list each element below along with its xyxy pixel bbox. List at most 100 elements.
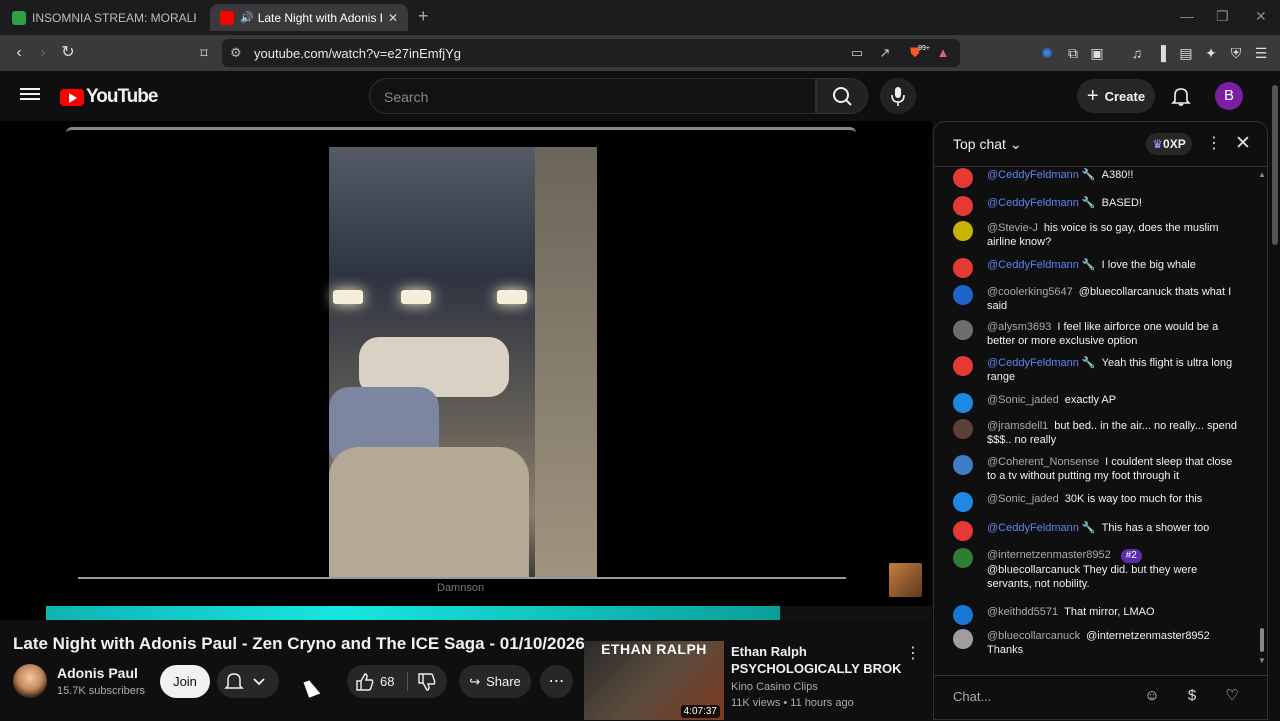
chat-avatar[interactable] [953, 419, 973, 439]
chat-mode-selector[interactable]: Top chat ⌄ [953, 136, 1022, 153]
address-bar[interactable]: ⚙ ▭ ↗ ⛊ 99+ ▲ [222, 39, 960, 67]
browser-tab-late-night[interactable]: 🔊 Late Night with Adonis Paul - ✕ [210, 4, 408, 31]
emoji-icon[interactable]: ☺ [1142, 686, 1162, 706]
bookmark-icon[interactable]: ⌑ [193, 42, 215, 64]
chat-message-body: @CeddyFeldmann 🔧 This has a shower too [987, 521, 1237, 535]
chat-avatar[interactable] [953, 548, 973, 568]
vpn-icon[interactable]: ✺ [1036, 42, 1058, 64]
chat-avatar[interactable] [953, 258, 973, 278]
chat-scrollbar[interactable]: ▲ ▼ [1258, 168, 1266, 668]
chat-author[interactable]: @bluecollarcanuck [987, 630, 1080, 642]
chat-avatar[interactable] [953, 320, 973, 340]
search-input[interactable] [384, 87, 804, 107]
scroll-up-icon[interactable]: ▲ [1258, 170, 1266, 179]
thumbs-down-icon[interactable] [417, 672, 437, 692]
search-button[interactable] [816, 78, 868, 114]
chat-author[interactable]: @Sonic_jaded [987, 493, 1059, 505]
chat-author[interactable]: @jramsdell1 [987, 420, 1048, 432]
chat-avatar[interactable] [953, 521, 973, 541]
leo-ai-icon[interactable]: ✦ [1200, 42, 1222, 64]
create-button[interactable]: + Create [1077, 79, 1155, 113]
menu-icon[interactable]: ☰ [1250, 42, 1272, 64]
chat-avatar[interactable] [953, 393, 973, 413]
recommended-channel[interactable]: Kino Casino Clips [731, 681, 818, 693]
chat-author[interactable]: @internetzenmaster8952 [987, 549, 1111, 561]
chat-author[interactable]: @Coherent_Nonsense [987, 456, 1099, 468]
close-tab-icon[interactable]: ✕ [388, 11, 398, 25]
chat-avatar[interactable] [953, 455, 973, 475]
back-button[interactable]: ‹ [8, 42, 30, 64]
media-icon[interactable]: ♫ [1126, 42, 1148, 64]
chat-author[interactable]: @coolerking5647 [987, 286, 1073, 298]
page-scrollbar[interactable] [1270, 71, 1280, 720]
reload-button[interactable]: ↻ [57, 42, 79, 64]
join-button[interactable]: Join [160, 665, 210, 698]
chat-message-body: @Sonic_jaded 30K is way too much for this [987, 492, 1237, 506]
share-button[interactable]: ↪ Share [459, 665, 531, 698]
page-scroll-thumb[interactable] [1272, 85, 1278, 245]
recommended-more-icon[interactable]: ⋮ [905, 643, 921, 663]
voice-search-button[interactable] [880, 78, 916, 114]
forward-button[interactable]: › [32, 42, 54, 64]
account-avatar[interactable]: B [1215, 82, 1243, 110]
wallet-icon[interactable]: ▣ [1086, 42, 1108, 64]
close-chat-icon[interactable]: ✕ [1235, 132, 1251, 155]
chat-avatar[interactable] [953, 168, 973, 188]
minimize-button[interactable]: — [1180, 8, 1194, 24]
chat-author[interactable]: @CeddyFeldmann 🔧 [987, 522, 1096, 534]
browser-tab-insomnia[interactable]: INSOMNIA STREAM: MORALFAG ED [2, 4, 206, 31]
extensions-icon[interactable]: ⧉ [1062, 42, 1084, 64]
chat-text: exactly AP [1064, 394, 1117, 406]
channel-avatar[interactable] [13, 664, 47, 698]
chat-avatar[interactable] [953, 629, 973, 649]
cast-icon[interactable]: ▭ [848, 44, 866, 62]
channel-name[interactable]: Adonis Paul [57, 665, 138, 681]
chat-options-icon[interactable]: ⋮ [1206, 133, 1222, 153]
site-info-icon[interactable]: ⚙ [230, 45, 242, 61]
search-icon [833, 87, 852, 106]
brave-rewards-icon[interactable]: ▲ [934, 44, 952, 62]
new-tab-button[interactable]: + [418, 6, 429, 27]
recommended-thumbnail[interactable]: ETHAN RALPH 4:07:37 [584, 641, 724, 720]
chat-avatar[interactable] [953, 285, 973, 305]
video-player[interactable]: Damnson [0, 121, 932, 620]
xp-badge[interactable]: ♛0XP [1146, 133, 1192, 155]
youtube-logo[interactable]: YouTube [60, 86, 158, 108]
chat-input[interactable] [953, 684, 1133, 708]
scroll-down-icon[interactable]: ▼ [1258, 656, 1266, 665]
chat-avatar[interactable] [953, 196, 973, 216]
wallet-card-icon[interactable]: ▤ [1175, 42, 1197, 64]
more-actions-button[interactable]: ⋯ [540, 665, 573, 698]
sidebar-icon[interactable]: ▐ [1150, 42, 1172, 64]
chat-author[interactable]: @CeddyFeldmann 🔧 [987, 197, 1096, 209]
recommended-title[interactable]: Ethan Ralph PSYCHOLOGICALLY BROKEN ... [731, 643, 901, 677]
heart-icon[interactable]: ♡ [1222, 686, 1242, 706]
subscription-bell-button[interactable] [217, 665, 279, 698]
super-chat-icon[interactable]: $ [1182, 686, 1202, 706]
chat-author[interactable]: @Stevie-J [987, 222, 1038, 234]
chat-author[interactable]: @alysm3693 [987, 321, 1051, 333]
chat-author[interactable]: @CeddyFeldmann 🔧 [987, 169, 1096, 181]
notifications-bell-icon[interactable] [1170, 85, 1192, 107]
like-count[interactable]: 68 [380, 674, 394, 689]
chat-avatar[interactable] [953, 356, 973, 376]
close-window-button[interactable]: ✕ [1255, 8, 1267, 25]
video-progress-bar[interactable] [46, 606, 932, 620]
chat-avatar[interactable] [953, 605, 973, 625]
url-input[interactable] [254, 44, 814, 62]
vpn-shield-icon[interactable]: ⛨ [1225, 42, 1247, 64]
chat-scroll-thumb[interactable] [1260, 628, 1264, 652]
thumbs-up-icon[interactable] [355, 672, 375, 692]
chat-avatar[interactable] [953, 492, 973, 512]
plus-icon: + [1086, 85, 1099, 107]
maximize-button[interactable]: ❐ [1216, 8, 1229, 25]
chat-author[interactable]: @Sonic_jaded [987, 394, 1059, 406]
chat-avatar[interactable] [953, 221, 973, 241]
share-page-icon[interactable]: ↗ [876, 44, 894, 62]
chat-author[interactable]: @CeddyFeldmann 🔧 [987, 259, 1096, 271]
chat-author[interactable]: @keithdd5571 [987, 606, 1058, 618]
like-separator [407, 672, 408, 691]
hamburger-menu-icon[interactable] [20, 85, 40, 105]
microphone-icon [891, 87, 905, 106]
chat-author[interactable]: @CeddyFeldmann 🔧 [987, 357, 1096, 369]
